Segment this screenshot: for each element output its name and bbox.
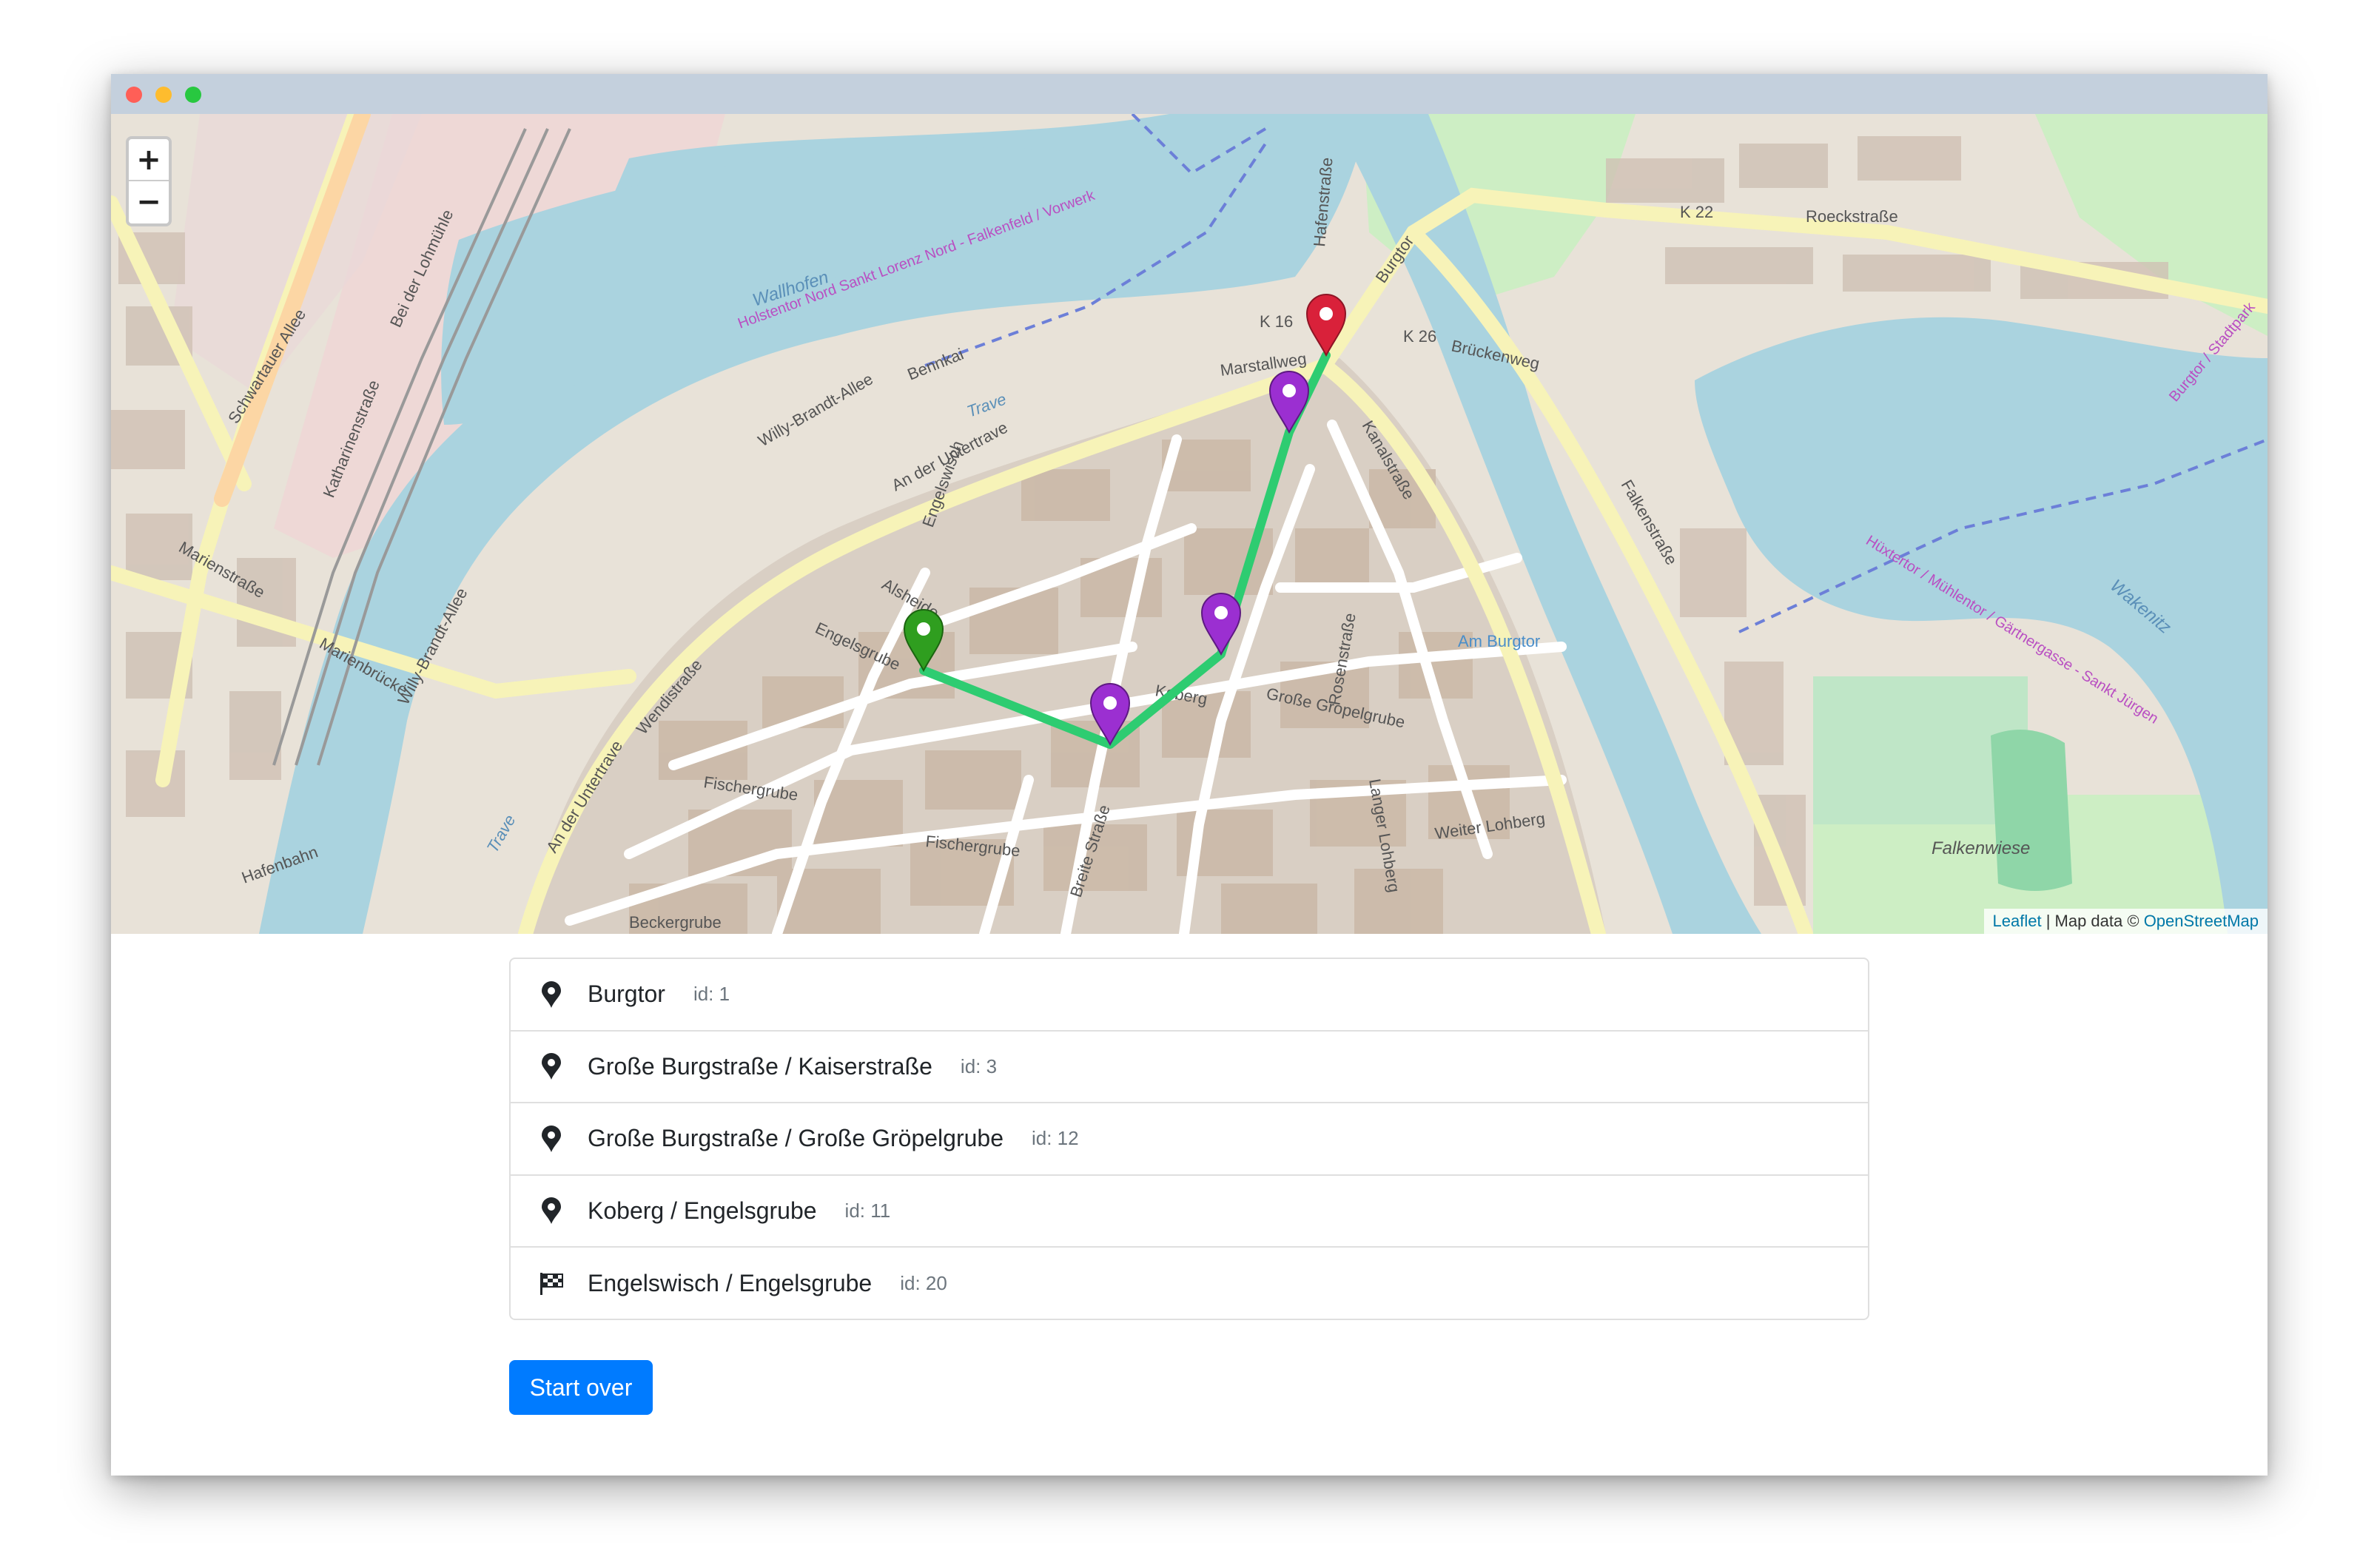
attribution-separator: | Map data © xyxy=(2041,912,2144,930)
map-marker-icon xyxy=(539,980,564,1009)
stop-name: Große Burgstraße / Kaiserstraße xyxy=(588,1052,932,1080)
close-window-button[interactable] xyxy=(126,87,142,103)
leaflet-link[interactable]: Leaflet xyxy=(1993,912,2042,930)
map-marker-icon xyxy=(539,1124,564,1154)
title-bar xyxy=(111,74,2268,114)
browser-window: K 22 Roeckstraße K 16 K 26 Brückenweg Bu… xyxy=(111,74,2268,1476)
map-label-k16: K 16 xyxy=(1260,312,1293,331)
list-item[interactable]: Große Burgstraße / Große Gröpelgrube id:… xyxy=(511,1103,1868,1176)
map-attribution: Leaflet | Map data © OpenStreetMap xyxy=(1983,909,2268,934)
start-over-button[interactable]: Start over xyxy=(509,1360,653,1415)
list-item[interactable]: Burgtor id: 1 xyxy=(511,959,1868,1032)
stop-name: Engelswisch / Engelsgrube xyxy=(588,1270,873,1297)
list-item[interactable]: Große Burgstraße / Kaiserstraße id: 3 xyxy=(511,1032,1868,1103)
openstreetmap-link[interactable]: OpenStreetMap xyxy=(2144,912,2259,930)
map-canvas[interactable]: K 22 Roeckstraße K 16 K 26 Brückenweg Bu… xyxy=(111,114,2268,934)
stop-name: Große Burgstraße / Große Gröpelgrube xyxy=(588,1125,1004,1152)
stop-id: id: 12 xyxy=(1032,1127,1079,1150)
map-marker-icon xyxy=(539,1052,564,1081)
zoom-out-button[interactable]: − xyxy=(129,181,169,223)
map-label-k22: K 22 xyxy=(1680,203,1713,221)
list-item[interactable]: Engelswisch / Engelsgrube id: 20 xyxy=(511,1248,1868,1320)
stop-id: id: 1 xyxy=(693,983,730,1006)
stop-id: id: 11 xyxy=(844,1199,891,1222)
zoom-control: + − xyxy=(126,136,172,226)
map-label-am-burgtor: Am Burgtor xyxy=(1458,632,1540,650)
minimize-window-button[interactable] xyxy=(155,87,172,103)
map-label-roeckstrasse: Roeckstraße xyxy=(1806,207,1898,226)
zoom-in-button[interactable]: + xyxy=(129,139,169,181)
map-marker-icon xyxy=(539,1196,564,1225)
checkered-flag-icon xyxy=(539,1269,564,1299)
route-stop-list: Burgtor id: 1 Große Burgstraße / Kaisers… xyxy=(509,958,1869,1320)
map-view[interactable]: K 22 Roeckstraße K 16 K 26 Brückenweg Bu… xyxy=(111,114,2268,934)
maximize-window-button[interactable] xyxy=(185,87,201,103)
stop-name: Koberg / Engelsgrube xyxy=(588,1197,817,1224)
stop-id: id: 3 xyxy=(960,1054,998,1077)
stop-name: Burgtor xyxy=(588,980,665,1008)
map-label-beckergrube: Beckergrube xyxy=(629,913,722,932)
list-item[interactable]: Koberg / Engelsgrube id: 11 xyxy=(511,1176,1868,1248)
stop-id: id: 20 xyxy=(900,1272,947,1295)
map-label-falkenwiese: Falkenwiese xyxy=(1932,838,2030,858)
map-label-k26: K 26 xyxy=(1403,327,1436,346)
